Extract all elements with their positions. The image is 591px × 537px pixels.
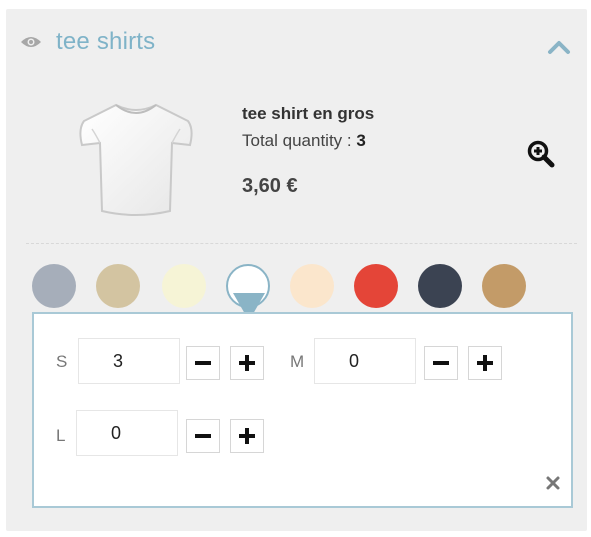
size-label-l: L bbox=[56, 426, 66, 445]
size-s-quantity-input[interactable]: 3 bbox=[78, 338, 180, 384]
quantity-label: Total quantity : bbox=[242, 131, 352, 150]
zoom-in-icon[interactable] bbox=[526, 139, 556, 169]
color-swatch-5[interactable] bbox=[290, 264, 334, 308]
color-swatch-2[interactable] bbox=[96, 264, 140, 308]
size-l-decrement-button[interactable] bbox=[186, 419, 220, 453]
size-s-increment-button[interactable] bbox=[230, 346, 264, 380]
total-quantity: Total quantity : 3 bbox=[242, 131, 366, 151]
color-swatch-3[interactable] bbox=[162, 264, 206, 308]
close-icon[interactable] bbox=[545, 475, 561, 491]
tshirt-image bbox=[79, 103, 193, 216]
size-s-decrement-button[interactable] bbox=[186, 346, 220, 380]
color-swatch-6[interactable] bbox=[354, 264, 398, 308]
chevron-up-icon[interactable] bbox=[547, 39, 571, 55]
size-l-quantity-input[interactable]: 0 bbox=[76, 410, 178, 456]
category-title[interactable]: tee shirts bbox=[56, 28, 155, 56]
divider bbox=[26, 243, 577, 244]
product-name: tee shirt en gros bbox=[242, 104, 375, 123]
size-l-increment-button[interactable] bbox=[230, 419, 264, 453]
color-swatch-7[interactable] bbox=[418, 264, 462, 308]
size-m-quantity-input[interactable]: 0 bbox=[314, 338, 416, 384]
panel-header: tee shirts bbox=[6, 9, 587, 79]
size-label-m: M bbox=[290, 352, 305, 371]
eye-icon bbox=[21, 37, 41, 47]
product-panel: tee shirts tee shirt en gros Total quant… bbox=[6, 9, 587, 531]
size-label-s: S bbox=[56, 352, 68, 371]
quantity-value: 3 bbox=[356, 131, 366, 150]
color-swatch-8[interactable] bbox=[482, 264, 526, 308]
size-m-decrement-button[interactable] bbox=[424, 346, 458, 380]
color-swatch-1[interactable] bbox=[32, 264, 76, 308]
product-price: 3,60 € bbox=[242, 175, 298, 197]
size-m-increment-button[interactable] bbox=[468, 346, 502, 380]
size-quantity-box: S 3 M 0 L 0 bbox=[32, 312, 573, 508]
